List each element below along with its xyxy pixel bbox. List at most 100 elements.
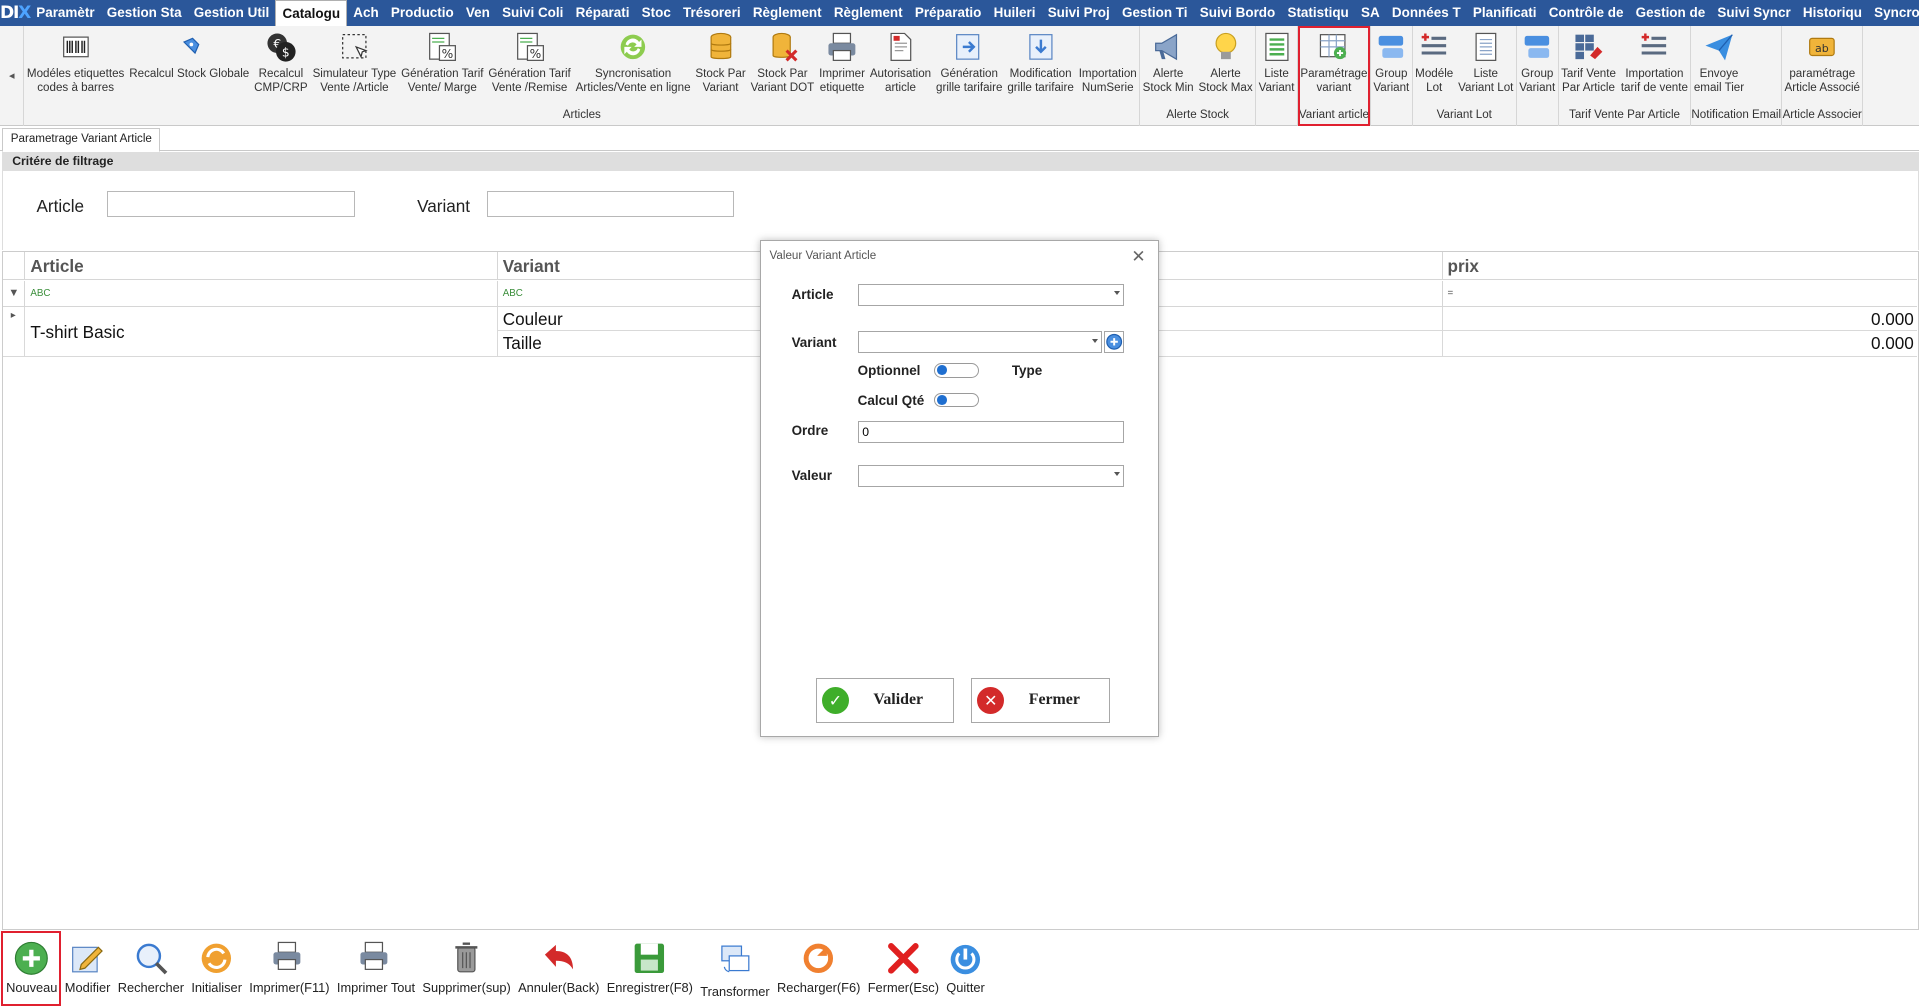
ribbon-button-label: Variant [702,80,739,94]
menu-item-reglement[interactable]: Règlement [828,0,909,26]
ribbon-button-label: Variant [1519,80,1556,94]
annuler-back-button[interactable]: Annuler(Back) [514,930,603,995]
modifier-button[interactable]: Modifier [61,930,114,995]
filter-cell-article[interactable]: ABC [25,281,498,307]
imprimer-tout-button[interactable]: Imprimer Tout [333,930,419,995]
menu-item-gestion-de[interactable]: Gestion de [1630,0,1712,26]
menu-item-tresoreri[interactable]: Trésoreri [677,0,747,26]
menu-item-syncro-res[interactable]: Syncro Res [1868,0,1919,26]
ribbon-button-recalcul-stock-globale[interactable]: Recalcul Stock Globale [127,26,252,107]
ribbon-button-label: Variant Lot [1458,80,1514,94]
menu-item-preparatio[interactable]: Préparatio [909,0,988,26]
menu-item-donnees-t[interactable]: Données T [1386,0,1467,26]
ribbon-button-syncronisation-articles-vente-en-ligne[interactable]: Syncronisation Articles/Vente en ligne [573,26,693,107]
menu-item-parametr[interactable]: Paramètr [30,0,101,26]
fermer-esc-button[interactable]: Fermer(Esc) [864,930,943,995]
recharger-f6-button[interactable]: Recharger(F6) [773,930,864,995]
menu-item-suivi-syncr[interactable]: Suivi Syncr [1711,0,1797,26]
menu-item-planificati[interactable]: Planificati [1467,0,1543,26]
menu-item-statistiqu[interactable]: Statistiqu [1281,0,1355,26]
menu-item-huileri[interactable]: Huileri [988,0,1042,26]
ribbon-button-group-variant[interactable]: Group Variant [1371,26,1412,107]
cell-article[interactable]: T-shirt Basic [25,306,498,358]
menu-item-historiqu[interactable]: Historiqu [1797,0,1868,26]
printer-icon [358,940,395,977]
column-header-prix[interactable]: prix [1442,251,1918,281]
calcul-qte-toggle[interactable] [933,392,979,408]
menu-item-suivi-proj[interactable]: Suivi Proj [1042,0,1116,26]
filter-cell-prix[interactable]: = [1442,281,1918,307]
menu-item-catalogu[interactable]: Catalogu [275,0,348,26]
menu-item-sa[interactable]: SA [1355,0,1386,26]
chevron-down-icon[interactable] [1113,471,1120,477]
article-filter-input[interactable] [107,190,355,217]
transformer-button[interactable]: Transformer [697,930,774,999]
menu-item-suivi-bordo[interactable]: Suivi Bordo [1194,0,1282,26]
svg-text:%: % [529,46,541,60]
variant-filter-input[interactable] [486,190,735,217]
ribbon-button-stock-par-variant[interactable]: Stock Par Variant [693,26,748,107]
row-expand-icon[interactable]: ▸ [3,306,26,358]
ribbon-button-stock-par-variant-dot[interactable]: Stock Par Variant DOT [748,26,817,107]
menu-item-suivi-coli[interactable]: Suivi Coli [496,0,570,26]
ribbon-button-liste-variant[interactable]: Liste Variant [1256,26,1297,107]
initialiser-button[interactable]: Initialiser [188,930,246,995]
valider-button[interactable]: ✓ Valider [816,677,955,724]
ribbon-button-generation-tarif-vente-marge[interactable]: % Génération Tarif Vente/ Marge [399,26,486,107]
ribbon-button-modeles-etiquettes-codes-a-barres[interactable]: Modéles etiquettes codes à barres [24,26,126,107]
rechercher-button[interactable]: Rechercher [114,930,188,995]
ribbon-scroll-left-button[interactable]: ◂ [0,25,25,127]
menu-item-gestion-sta[interactable]: Gestion Sta [101,0,188,26]
ribbon-button-alerte-stock-max[interactable]: Alerte Stock Max [1196,26,1255,107]
ribbon-button-group-variant[interactable]: Group Variant [1517,26,1558,107]
filter-row-icon[interactable]: ▼ [3,281,26,307]
ribbon-button-modification-grille-tarifaire[interactable]: Modification grille tarifaire [1005,26,1076,107]
menu-item-reparati[interactable]: Réparati [569,0,635,26]
filter-header[interactable]: Critére de filtrage [2,151,1919,172]
database-icon [705,31,737,63]
cell-prix[interactable]: 0.000 [1442,331,1918,358]
chevron-down-icon[interactable] [1091,338,1098,343]
fermer-button[interactable]: ✕ Fermer [971,677,1110,724]
ribbon-button-simulateur-type-vente-article[interactable]: Simulateur Type Vente /Article [310,26,399,107]
dialog-close-icon[interactable]: ✕ [1131,246,1145,267]
ribbon-button-imprimer-etiquette[interactable]: Imprimer etiquette [817,26,868,107]
ribbon-button-modele-lot[interactable]: Modéle Lot [1413,26,1456,107]
add-variant-button[interactable] [1103,331,1125,354]
ribbon-button-tarif-vente-par-article[interactable]: Tarif Vente Par Article [1559,26,1619,107]
chevron-down-icon[interactable] [1113,290,1120,296]
menu-item-gestion-util[interactable]: Gestion Util [188,0,276,26]
ribbon-button-importation-tarif-de-vente[interactable]: Importation tarif de vente [1618,26,1690,107]
supprimer-sup-button[interactable]: Supprimer(sup) [419,930,515,995]
ribbon-button-autorisation-article[interactable]: Autorisation article [867,26,933,107]
optionnel-toggle[interactable] [933,363,979,378]
ribbon-button-recalcul-cmp-crp[interactable]: € $ Recalcul CMP/CRP [252,26,310,107]
menu-item-productio[interactable]: Productio [385,0,460,26]
ribbon-button-parametrage-article-associe[interactable]: ab paramétrage Article Associé [1782,26,1862,107]
menu-item-stoc[interactable]: Stoc [636,0,677,26]
ribbon-button-label: Stock Par [757,67,808,81]
ordre-input[interactable] [857,420,1125,443]
ribbon-button-generation-grille-tarifaire[interactable]: Génération grille tarifaire [934,26,1005,107]
dialog-article-combo[interactable] [857,283,1125,306]
ribbon-button-liste-variant-lot[interactable]: Liste Variant Lot [1456,26,1516,107]
quitter-button[interactable]: Quitter [943,930,989,995]
tab-parametrage-variant-article[interactable]: Parametrage Variant Article [2,128,161,152]
enregistrer-f8-button[interactable]: Enregistrer(F8) [603,930,697,995]
dialog-variant-combo[interactable] [857,331,1103,354]
ribbon-button-envoye-email-tier[interactable]: Envoye email Tier [1691,26,1746,107]
ribbon-button-importation-numserie[interactable]: Importation NumSerie [1076,26,1139,107]
menu-item-gestion-ti[interactable]: Gestion Ti [1116,0,1194,26]
imprimer-f11-button[interactable]: Imprimer(F11) [246,930,334,995]
nouveau-button[interactable]: Nouveau [2,930,61,995]
ribbon-button-alerte-stock-min[interactable]: Alerte Stock Min [1140,26,1196,107]
menu-item-ven[interactable]: Ven [460,0,496,26]
cell-prix[interactable]: 0.000 [1442,307,1918,332]
column-header-article[interactable]: Article [25,251,498,281]
ribbon-button-generation-tarif-vente-remise[interactable]: % Génération Tarif Vente /Remise [486,26,573,107]
menu-item-ach[interactable]: Ach [347,0,385,26]
ribbon-button-parametrage-variant[interactable]: Paramétrage variant [1298,26,1370,107]
menu-item-reglement[interactable]: Règlement [747,0,828,26]
valeur-combo[interactable] [857,464,1125,487]
menu-item-controle-de[interactable]: Contrôle de [1543,0,1630,26]
